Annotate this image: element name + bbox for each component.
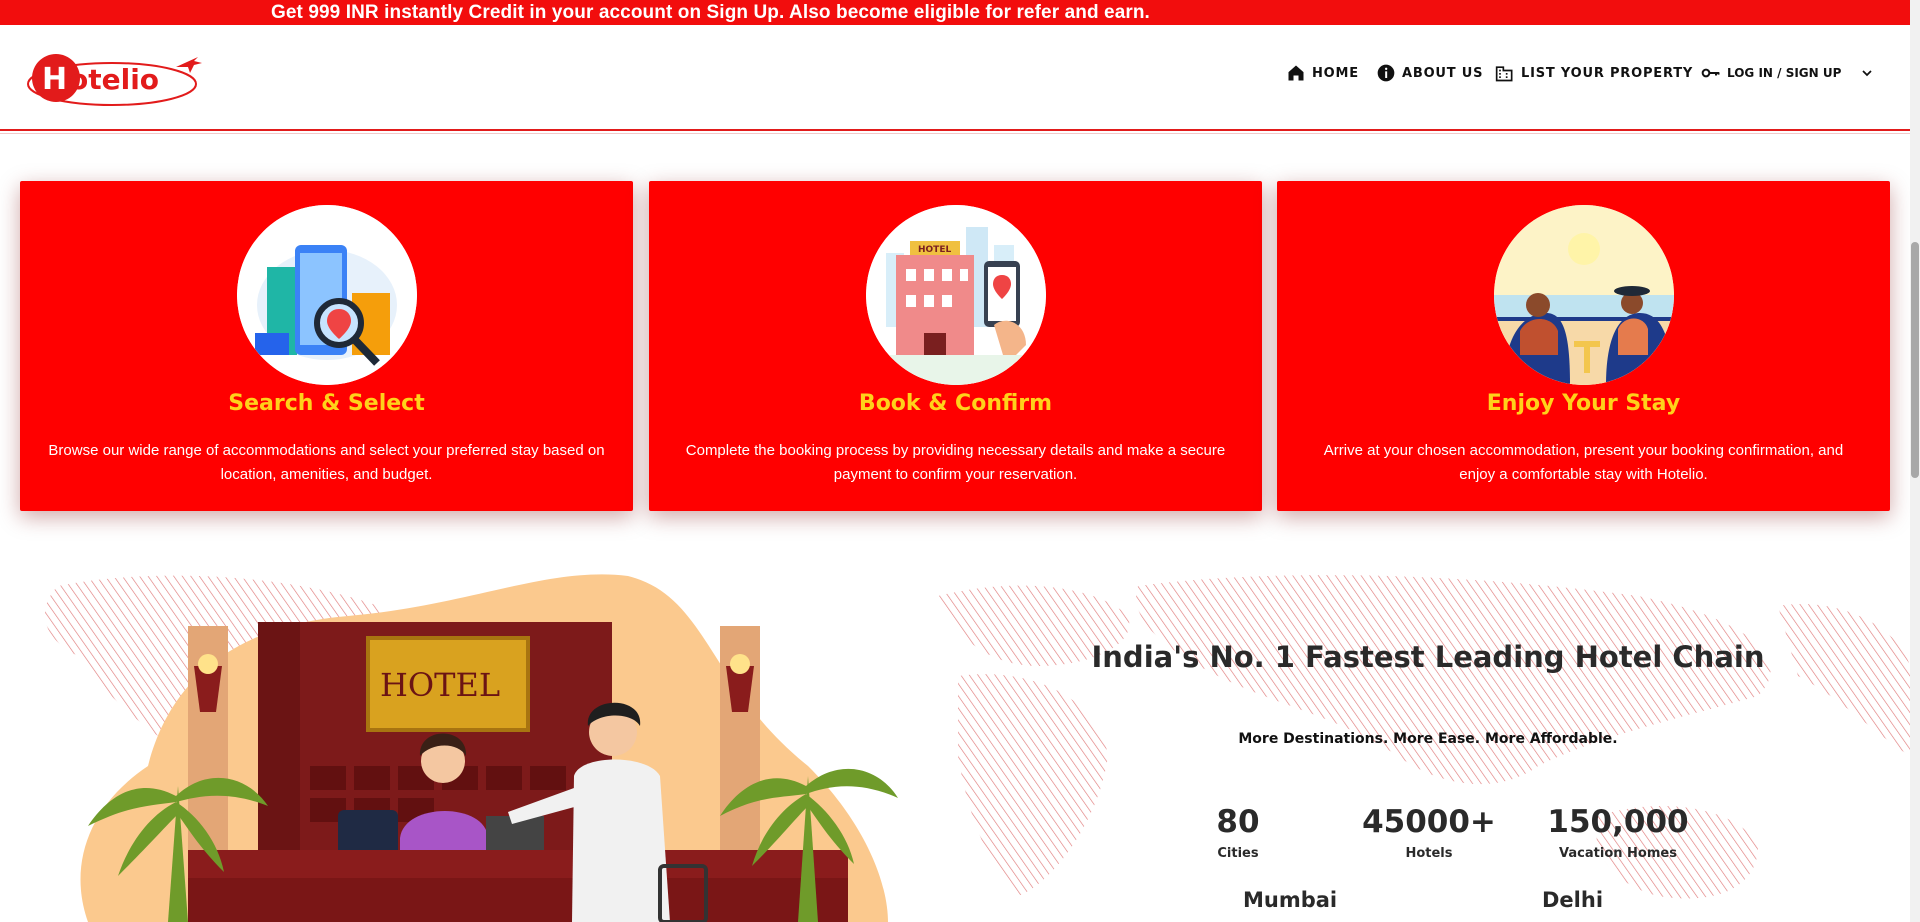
step-description: Complete the booking process by providin…	[685, 442, 1226, 483]
nav-home[interactable]: HOME	[1286, 63, 1359, 83]
chevron-down-icon	[1862, 70, 1873, 77]
nav-list-property-label: LIST YOUR PROPERTY	[1521, 65, 1694, 81]
stat-value: 80	[1216, 804, 1260, 840]
city-delhi[interactable]: Delhi	[1542, 888, 1603, 912]
chain-subheading: More Destinations. More Ease. More Affor…	[1238, 731, 1618, 747]
step-description: Arrive at your chosen accommodation, pre…	[1323, 442, 1844, 483]
nav-home-label: HOME	[1312, 65, 1359, 81]
hotelio-logo[interactable]: H otelio	[26, 51, 204, 109]
building-icon	[1495, 66, 1513, 82]
stat-label: Hotels	[1405, 846, 1453, 861]
stat-label: Cities	[1217, 846, 1259, 861]
site-header: H otelio HOME ABOUT US LIST YOUR PROPERT…	[0, 25, 1910, 134]
stat-value: 45000+	[1362, 804, 1496, 840]
stat-vacation-homes: 150,000 Vacation Homes	[1543, 804, 1693, 861]
promo-banner: Get 999 INR instantly Credit in your acc…	[0, 0, 1920, 25]
step-card-enjoy: Enjoy Your Stay Arrive at your chosen ac…	[1277, 181, 1890, 511]
nav-about-label: ABOUT US	[1402, 65, 1484, 81]
hotel-booking-illustration: HOTEL	[865, 205, 1046, 385]
step-description: Browse our wide range of accommodations …	[48, 442, 605, 483]
nav-login[interactable]: LOG IN / SIGN UP	[1701, 63, 1875, 83]
promo-text: Get 999 INR instantly Credit in your acc…	[271, 2, 1150, 23]
scrollbar-thumb[interactable]	[1911, 242, 1919, 478]
stat-cities: 80 Cities	[1163, 804, 1313, 861]
key-icon	[1701, 68, 1720, 78]
step-title: Book & Confirm	[858, 391, 1053, 416]
step-title: Search & Select	[228, 391, 425, 416]
stat-label: Vacation Homes	[1559, 846, 1677, 861]
stat-value: 150,000	[1547, 804, 1689, 840]
svg-text:H: H	[42, 62, 67, 97]
chain-heading: India's No. 1 Fastest Leading Hotel Chai…	[1091, 640, 1765, 674]
stat-hotels: 45000+ Hotels	[1354, 804, 1504, 861]
info-icon	[1377, 64, 1395, 82]
step-card-search: Search & Select Browse our wide range of…	[20, 181, 633, 511]
svg-text:HOTEL: HOTEL	[918, 245, 951, 255]
step-card-book: HOTEL Book & Confirm Complete the bookin…	[649, 181, 1262, 511]
nav-about[interactable]: ABOUT US	[1376, 63, 1483, 83]
page-scrollbar[interactable]	[1910, 0, 1920, 922]
svg-text:otelio: otelio	[69, 63, 159, 96]
step-title: Enjoy Your Stay	[1486, 391, 1681, 416]
city-mumbai[interactable]: Mumbai	[1243, 888, 1337, 912]
nav-list-property[interactable]: LIST YOUR PROPERTY	[1495, 63, 1693, 83]
nav-login-label: LOG IN / SIGN UP	[1727, 66, 1842, 80]
hotel-sign-text: HOTEL	[380, 666, 500, 704]
search-map-illustration	[236, 205, 417, 385]
hotel-reception-illustration: HOTEL	[48, 566, 908, 922]
home-icon	[1288, 65, 1304, 81]
couple-balcony-illustration	[1493, 205, 1674, 385]
logo-graphic: H otelio	[27, 54, 202, 106]
